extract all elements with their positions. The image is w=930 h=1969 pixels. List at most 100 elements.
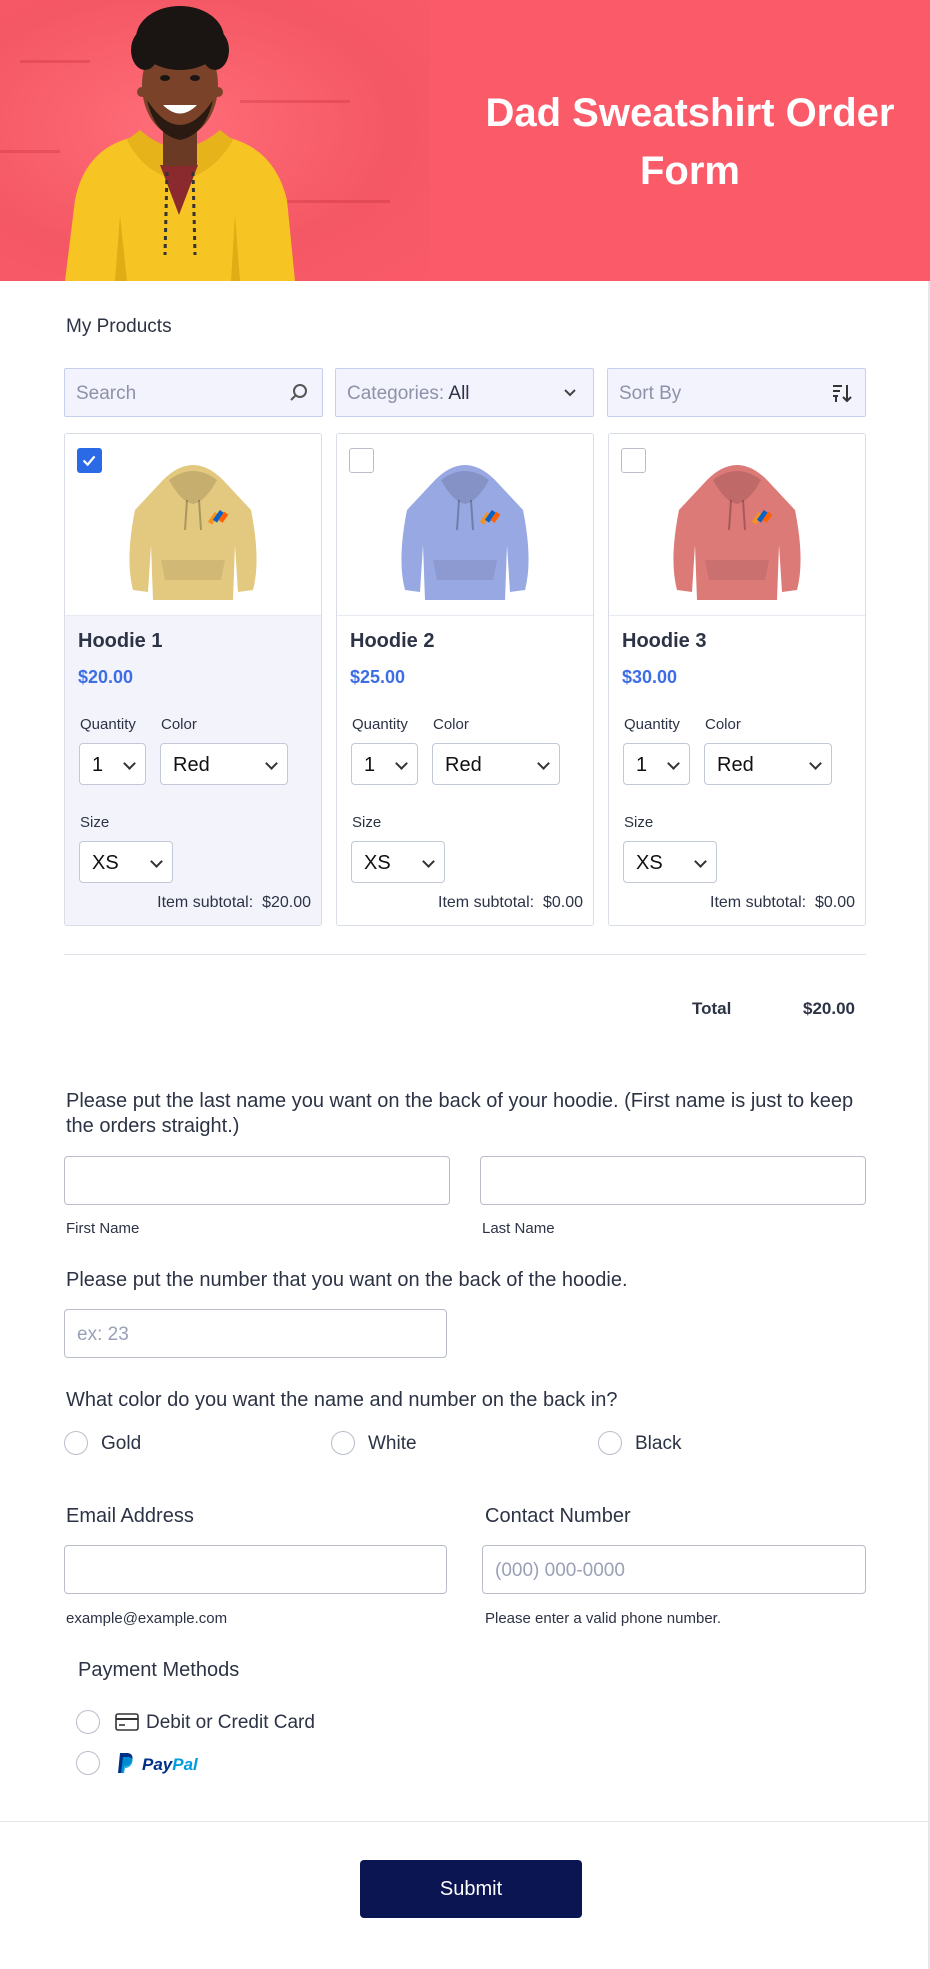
order-form-page: Dad Sweatshirt Order Form My Products Se… [0,0,930,1969]
last-name-sublabel: Last Name [482,1220,555,1237]
paypal-wordmark-pal: Pal [172,1755,198,1774]
color-label: Color [433,716,469,733]
item-subtotal: Item subtotal: $20.00 [157,894,311,912]
size-value: XS [636,852,663,874]
size-value: XS [364,852,391,874]
total-divider [64,954,866,955]
product-card[interactable]: Hoodie 1 $20.00 Quantity Color 1 Red Size XS Ite… [64,433,322,926]
chevron-down-icon [537,757,550,770]
payment-methods-label: Payment Methods [78,1659,240,1681]
color-value: Red [445,754,482,776]
size-select[interactable]: XS [79,841,173,883]
radio-paypal[interactable] [76,1751,100,1775]
radio-white[interactable] [331,1431,355,1455]
color-select[interactable]: Red [704,743,832,785]
chevron-down-icon [265,757,278,770]
product-image [609,434,865,616]
chevron-down-icon [694,855,707,868]
quantity-select[interactable]: 1 [79,743,146,785]
quantity-select[interactable]: 1 [351,743,418,785]
color-value: Red [717,754,754,776]
credit-card-icon [115,1713,139,1731]
chevron-down-icon [395,757,408,770]
product-card[interactable]: Hoodie 2 $25.00 Quantity Color 1 Red Size XS Ite… [336,433,594,926]
product-price: $25.00 [350,667,406,687]
phone-sublabel: Please enter a valid phone number. [485,1610,721,1627]
sort-dropdown[interactable]: Sort By [607,368,866,417]
chevron-down-icon [422,855,435,868]
card-payment-label: Debit or Credit Card [146,1712,315,1733]
item-subtotal-label: Item subtotal: [438,894,535,911]
size-label: Size [624,814,654,831]
paypal-icon [118,1753,133,1773]
product-select-checkbox[interactable] [349,448,374,473]
color-label: Color [705,716,741,733]
product-search-input[interactable]: Search [64,368,323,417]
back-number-input[interactable]: ex: 23 [64,1309,447,1358]
chevron-down-icon [564,389,576,397]
item-subtotal-value: $0.00 [542,894,583,911]
first-name-sublabel: First Name [66,1220,140,1237]
chevron-down-icon [150,855,163,868]
total-label: Total [692,999,732,1018]
product-name: Hoodie 1 [78,630,163,652]
product-card[interactable]: Hoodie 3 $30.00 Quantity Color 1 Red Size XS Ite… [608,433,866,926]
color-value: Red [173,754,210,776]
number-question: Please put the number that you want on t… [66,1269,628,1291]
footer-divider [0,1821,930,1822]
item-subtotal-label: Item subtotal: [157,894,254,911]
quantity-value: 1 [364,754,376,776]
print-color-question: What color do you want the name and numb… [66,1389,618,1411]
size-label: Size [352,814,382,831]
submit-button[interactable]: Submit [360,1860,582,1918]
radio-card-payment[interactable] [76,1710,100,1734]
form-header: Dad Sweatshirt Order Form [0,0,930,281]
search-placeholder: Search [76,383,137,404]
form-title-line-1: Dad Sweatshirt Order [485,91,895,135]
color-select[interactable]: Red [160,743,288,785]
quantity-value: 1 [92,754,104,776]
form-title-line-2: Form [640,149,740,193]
categories-label: Categories: [347,383,445,404]
size-select[interactable]: XS [623,841,717,883]
radio-gold[interactable] [64,1431,88,1455]
item-subtotal-value: $20.00 [262,894,311,911]
total-value: $20.00 [803,999,855,1018]
product-name: Hoodie 3 [622,630,707,652]
product-select-checkbox[interactable] [77,448,102,473]
product-price: $20.00 [78,667,134,687]
product-image [337,434,593,616]
hoodie-image [401,465,529,600]
radio-white-label: White [368,1433,417,1454]
radio-black-label: Black [635,1433,682,1454]
products-section-label: My Products [66,316,172,337]
quantity-label: Quantity [624,716,680,733]
hoodie-image [129,465,257,600]
product-select-checkbox[interactable] [621,448,646,473]
radio-gold-label: Gold [101,1433,142,1454]
quantity-label: Quantity [80,716,136,733]
email-label: Email Address [66,1505,194,1527]
categories-dropdown[interactable]: Categories: All [335,368,594,417]
product-name: Hoodie 2 [350,630,435,652]
chevron-down-icon [123,757,136,770]
size-value: XS [92,852,119,874]
back-number-placeholder: ex: 23 [77,1324,129,1345]
item-subtotal-label: Item subtotal: [710,894,807,911]
email-input[interactable] [64,1545,447,1594]
phone-placeholder: (000) 000-0000 [495,1560,625,1581]
color-select[interactable]: Red [432,743,560,785]
item-subtotal: Item subtotal: $0.00 [438,894,583,912]
quantity-select[interactable]: 1 [623,743,690,785]
radio-black[interactable] [598,1431,622,1455]
first-name-input[interactable] [64,1156,450,1205]
email-sublabel: example@example.com [66,1610,228,1627]
item-subtotal: Item subtotal: $0.00 [710,894,855,912]
last-name-input[interactable] [480,1156,866,1205]
chevron-down-icon [667,757,680,770]
item-subtotal-value: $0.00 [814,894,855,911]
categories-value: All [448,383,470,404]
size-select[interactable]: XS [351,841,445,883]
phone-input[interactable]: (000) 000-0000 [482,1545,866,1594]
quantity-value: 1 [636,754,648,776]
